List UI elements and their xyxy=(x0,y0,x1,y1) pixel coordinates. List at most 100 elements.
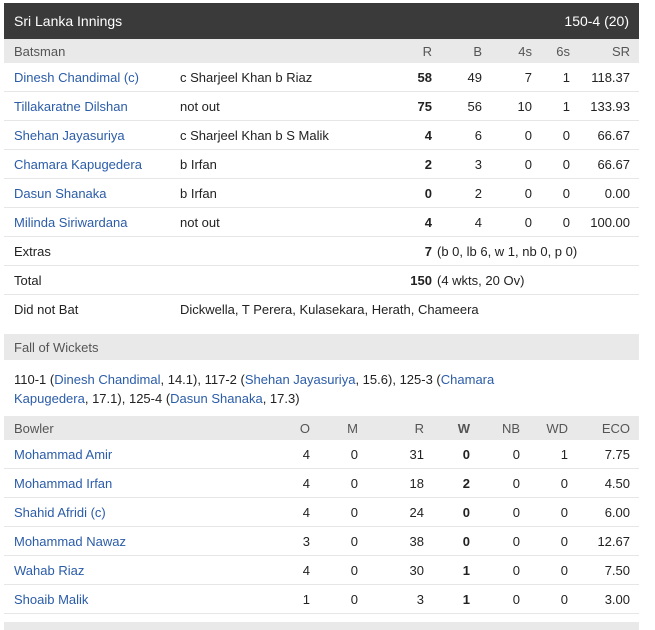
noballs-cell: 0 xyxy=(512,562,520,578)
fow-over: 15.6 xyxy=(362,372,388,387)
runs-cell: 4 xyxy=(424,214,432,230)
bowler-name-link[interactable]: Mohammad Irfan xyxy=(14,476,112,491)
bowler-row: Mohammad Irfan 4 0 18 2 0 0 4.50 xyxy=(4,469,639,498)
fow-batsman-link[interactable]: Dinesh Chandimal xyxy=(54,372,160,387)
fours-cell: 0 xyxy=(524,214,532,230)
bowler-row: Mohammad Nawaz 3 0 38 0 0 0 12.67 xyxy=(4,527,639,556)
bowl-runs-col-header: R xyxy=(414,420,424,436)
wickets-cell: 1 xyxy=(462,591,470,607)
fow-score: 117-2 xyxy=(204,372,237,387)
total-value: 150 xyxy=(410,272,432,288)
strike-rate-cell: 118.37 xyxy=(591,69,630,85)
maidens-cell: 0 xyxy=(350,504,358,520)
batsman-name-link[interactable]: Dinesh Chandimal (c) xyxy=(14,70,139,85)
sixes-cell: 0 xyxy=(562,156,570,172)
noballs-cell: 0 xyxy=(512,446,520,462)
bowler-name-link[interactable]: Wahab Riaz xyxy=(14,563,84,578)
wides-cell: 0 xyxy=(560,504,568,520)
sixes-cell: 0 xyxy=(562,185,570,201)
bowl-runs-cell: 3 xyxy=(416,591,424,607)
wickets-col-header: W xyxy=(457,420,470,436)
runs-cell: 4 xyxy=(424,127,432,143)
maidens-cell: 0 xyxy=(350,475,358,491)
bowl-runs-cell: 38 xyxy=(409,533,424,549)
wickets-cell: 0 xyxy=(462,446,470,462)
balls-cell: 3 xyxy=(474,156,482,172)
overs-cell: 4 xyxy=(302,446,310,462)
economy-cell: 4.50 xyxy=(604,475,630,491)
runs-cell: 75 xyxy=(417,98,432,114)
noballs-col-header: NB xyxy=(501,420,520,436)
sr-col-header: SR xyxy=(611,43,630,59)
runs-cell: 2 xyxy=(424,156,432,172)
balls-cell: 56 xyxy=(467,98,482,114)
bowler-row: Wahab Riaz 4 0 30 1 0 0 7.50 xyxy=(4,556,639,585)
batsman-row: Dinesh Chandimal (c) c Sharjeel Khan b Ri… xyxy=(4,63,639,92)
batsman-name-link[interactable]: Dasun Shanaka xyxy=(14,186,107,201)
batsman-name-link[interactable]: Milinda Siriwardana xyxy=(14,215,127,230)
bowl-runs-cell: 18 xyxy=(409,475,424,491)
wickets-cell: 1 xyxy=(462,562,470,578)
fall-of-wickets-list: 110-1 (Dinesh Chandimal, 14.1), 117-2 (S… xyxy=(14,372,495,406)
fow-batsman-link[interactable]: Dasun Shanaka xyxy=(170,391,263,406)
dismissal-text: b Irfan xyxy=(180,185,217,201)
batsman-name-link[interactable]: Tillakaratne Dilshan xyxy=(14,99,128,114)
fours-col-header: 4s xyxy=(518,43,532,59)
sixes-cell: 0 xyxy=(562,214,570,230)
runs-cell: 58 xyxy=(417,69,432,85)
overs-cell: 3 xyxy=(302,533,310,549)
fours-cell: 0 xyxy=(524,127,532,143)
bowler-name-link[interactable]: Shahid Afridi (c) xyxy=(14,505,106,520)
wides-cell: 0 xyxy=(560,562,568,578)
strike-rate-cell: 66.67 xyxy=(597,127,630,143)
batsman-name-link[interactable]: Chamara Kapugedera xyxy=(14,157,142,172)
economy-col-header: ECO xyxy=(601,420,630,436)
fow-score: 110-1 xyxy=(14,372,47,387)
extras-row: Extras 7 (b 0, lb 6, w 1, nb 0, p 0) xyxy=(4,237,639,266)
bowler-row: Mohammad Amir 4 0 31 0 0 1 7.75 xyxy=(4,440,639,469)
strike-rate-cell: 100.00 xyxy=(590,214,630,230)
wickets-cell: 2 xyxy=(462,475,470,491)
bowl-runs-cell: 24 xyxy=(409,504,424,520)
bowler-name-link[interactable]: Mohammad Nawaz xyxy=(14,534,126,549)
dismissal-text: c Sharjeel Khan b Riaz xyxy=(180,69,313,85)
overs-cell: 4 xyxy=(302,562,310,578)
maidens-cell: 0 xyxy=(350,591,358,607)
economy-cell: 7.75 xyxy=(604,446,630,462)
innings-title: Sri Lanka Innings xyxy=(14,13,123,29)
wides-col-header: WD xyxy=(546,420,568,436)
noballs-cell: 0 xyxy=(512,591,520,607)
bowler-row: Shahid Afridi (c) 4 0 24 0 0 0 6.00 xyxy=(4,498,639,527)
noballs-cell: 0 xyxy=(512,475,520,491)
total-row: Total 150 (4 wkts, 20 Ov) xyxy=(4,266,639,295)
did-not-bat-row: Did not Bat Dickwella, T Perera, Kulasek… xyxy=(4,295,639,323)
dnb-label: Did not Bat xyxy=(14,301,79,317)
innings-score: 150-4 (20) xyxy=(564,13,629,29)
balls-cell: 49 xyxy=(467,69,482,85)
batsman-name-link[interactable]: Shehan Jayasuriya xyxy=(14,128,125,143)
sixes-col-header: 6s xyxy=(556,43,570,59)
wickets-cell: 0 xyxy=(462,533,470,549)
batsman-row: Tillakaratne Dilshan not out 75 56 10 1 133.93 xyxy=(4,92,639,121)
wides-cell: 1 xyxy=(560,446,568,462)
wides-cell: 0 xyxy=(560,591,568,607)
noballs-cell: 0 xyxy=(512,533,520,549)
scorecard: Sri Lanka Innings 150-4 (20) Batsman R B… xyxy=(4,3,639,630)
fours-cell: 7 xyxy=(524,69,532,85)
batting-header-row: Batsman R B 4s 6s SR xyxy=(4,39,639,63)
dismissal-text: not out xyxy=(180,214,220,230)
fours-cell: 0 xyxy=(524,185,532,201)
maidens-cell: 0 xyxy=(350,562,358,578)
bowl-runs-cell: 31 xyxy=(409,446,424,462)
economy-cell: 3.00 xyxy=(604,591,630,607)
bowler-name-link[interactable]: Shoaib Malik xyxy=(14,592,88,607)
extras-value: 7 xyxy=(424,243,432,259)
economy-cell: 6.00 xyxy=(604,504,630,520)
fow-over: 17.3 xyxy=(269,391,296,406)
overs-col-header: O xyxy=(299,420,310,436)
balls-cell: 2 xyxy=(474,185,482,201)
fow-batsman-link[interactable]: Shehan Jayasuriya xyxy=(245,372,356,387)
fours-cell: 10 xyxy=(517,98,532,114)
bowler-name-link[interactable]: Mohammad Amir xyxy=(14,447,112,462)
batsman-col-header: Batsman xyxy=(14,43,66,59)
